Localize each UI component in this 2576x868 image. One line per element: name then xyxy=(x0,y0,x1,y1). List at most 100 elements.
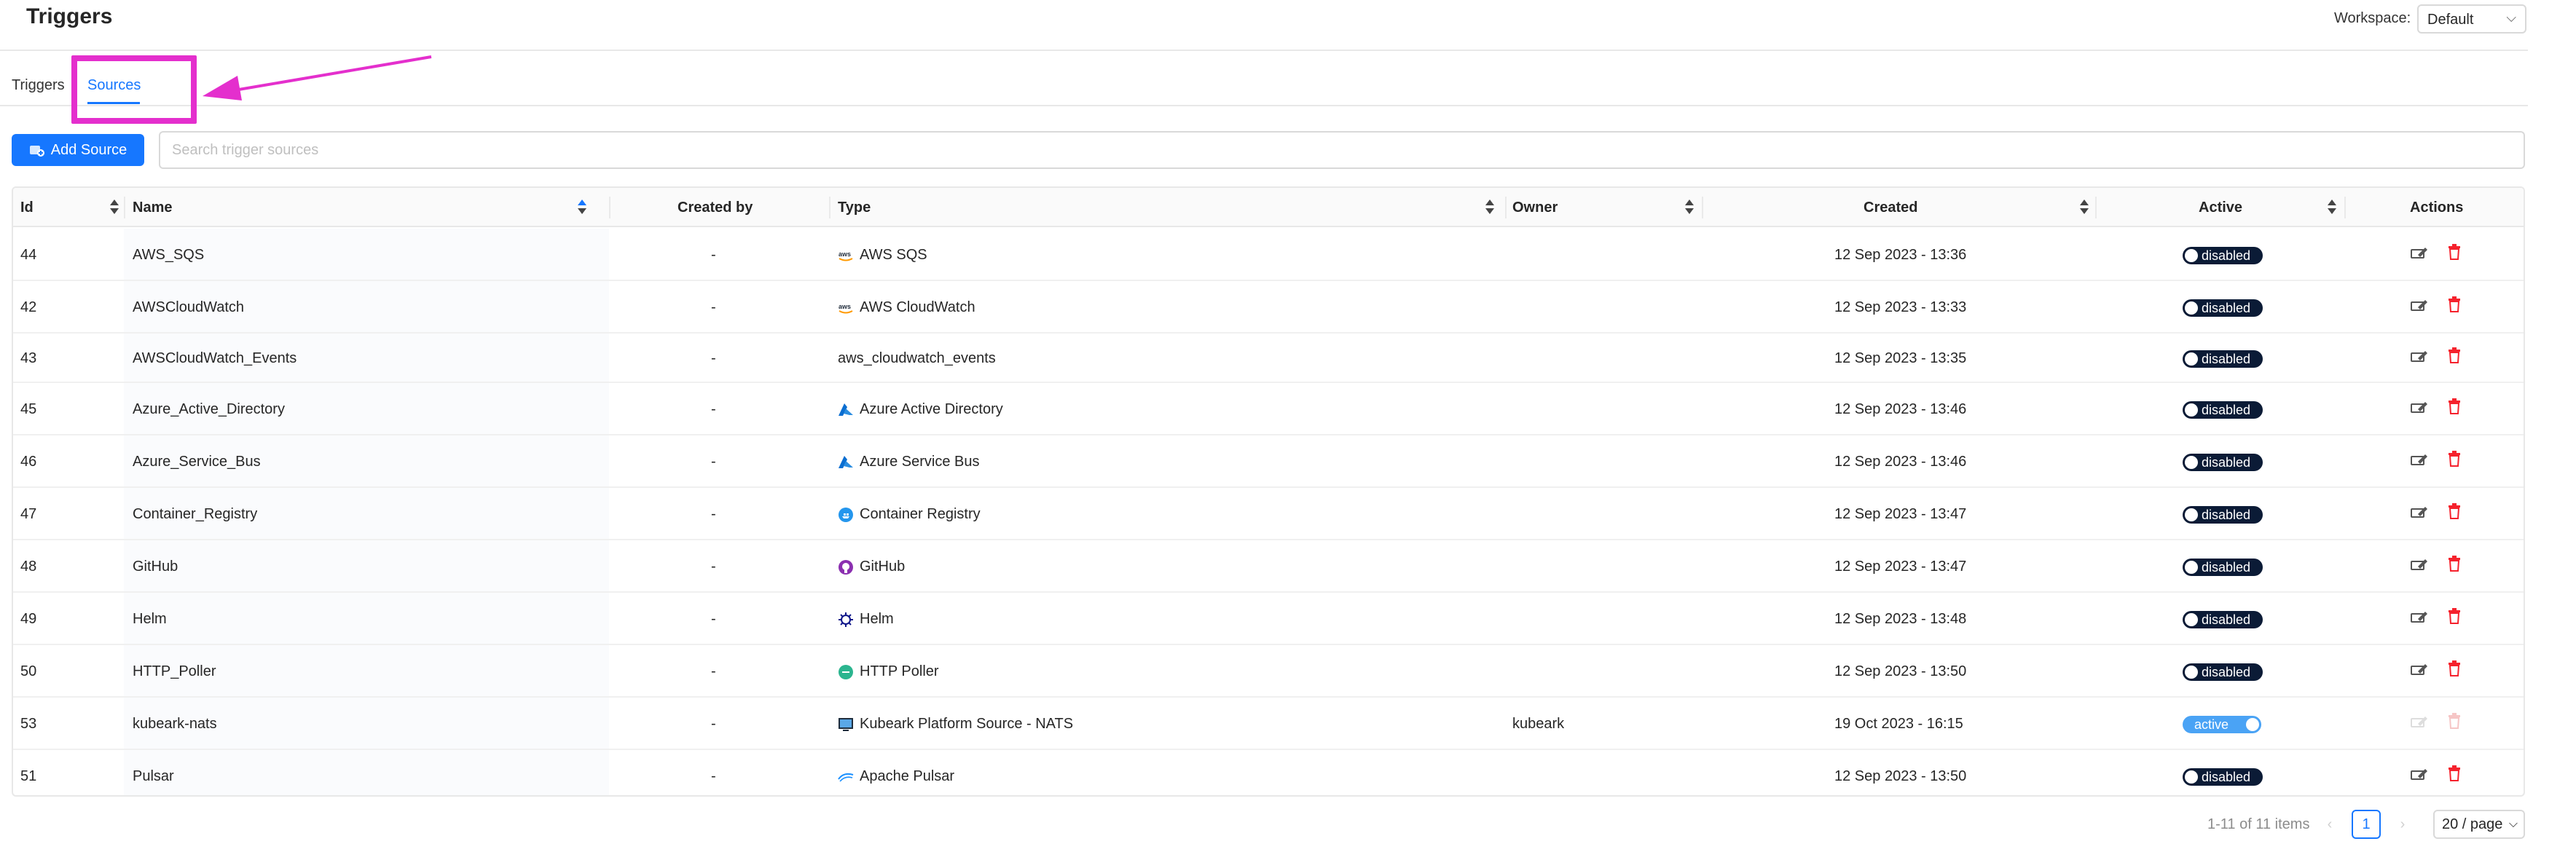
active-toggle[interactable]: disabled xyxy=(2183,401,2263,419)
cell-id: 51 xyxy=(20,768,37,784)
cell-type: Container Registry xyxy=(838,506,981,523)
active-toggle[interactable]: disabled xyxy=(2183,663,2263,681)
aws-icon: aws xyxy=(838,248,854,264)
svg-text:aws: aws xyxy=(839,303,851,310)
cell-created: 12 Sep 2023 - 13:46 xyxy=(1834,454,1967,470)
cell-name: GitHub xyxy=(133,559,178,575)
delete-icon[interactable] xyxy=(2445,764,2464,783)
http-poller-icon xyxy=(838,664,854,680)
sort-created-icon[interactable] xyxy=(2079,200,2089,216)
delete-icon[interactable] xyxy=(2445,397,2464,416)
column-header-owner[interactable]: Owner xyxy=(1512,188,1558,227)
active-toggle[interactable]: disabled xyxy=(2183,611,2263,628)
edit-icon[interactable] xyxy=(2410,347,2429,366)
sort-id-icon[interactable] xyxy=(109,200,119,216)
delete-icon[interactable] xyxy=(2445,346,2464,365)
page-size-value: 20 / page xyxy=(2442,816,2503,832)
active-toggle-label: disabled xyxy=(2202,248,2251,263)
cell-name: Azure_Service_Bus xyxy=(133,454,261,470)
annotation-highlight-box xyxy=(71,55,197,124)
pagination-next-button[interactable]: › xyxy=(2388,810,2417,839)
delete-icon[interactable] xyxy=(2445,659,2464,678)
column-header-created[interactable]: Created xyxy=(1864,188,1917,227)
active-toggle[interactable]: disabled xyxy=(2183,299,2263,317)
delete-icon[interactable] xyxy=(2445,554,2464,573)
workspace-label: Workspace: xyxy=(2334,10,2411,26)
page: Triggers Workspace: Default ⌵ Triggers S… xyxy=(0,0,2576,868)
delete-icon[interactable] xyxy=(2445,607,2464,626)
cell-created-by: - xyxy=(711,454,716,470)
edit-icon[interactable] xyxy=(2410,608,2429,627)
cell-type-label: aws_cloudwatch_events xyxy=(838,350,996,366)
sort-name-icon[interactable] xyxy=(577,200,587,216)
active-toggle[interactable]: disabled xyxy=(2183,454,2263,471)
delete-icon[interactable] xyxy=(2445,711,2464,730)
cell-id: 43 xyxy=(20,350,37,366)
cell-name: AWSCloudWatch xyxy=(133,299,245,315)
column-header-id[interactable]: Id xyxy=(20,188,34,227)
container-registry-icon xyxy=(838,507,854,523)
edit-icon[interactable] xyxy=(2410,556,2429,575)
pagination-prev-button[interactable]: ‹ xyxy=(2315,810,2344,839)
azure-icon xyxy=(838,454,854,470)
edit-icon[interactable] xyxy=(2410,660,2429,679)
cell-type-label: GitHub xyxy=(860,559,906,575)
add-source-label: Add Source xyxy=(50,141,127,158)
sort-type-icon[interactable] xyxy=(1485,200,1495,216)
sort-owner-icon[interactable] xyxy=(1684,200,1695,216)
table-row: 46 Azure_Service_Bus - Azure Service Bus… xyxy=(13,435,2524,488)
column-separator xyxy=(829,197,830,218)
edit-icon[interactable] xyxy=(2410,451,2429,470)
cell-type: aws_cloudwatch_events xyxy=(838,350,996,367)
edit-icon[interactable] xyxy=(2410,244,2429,263)
active-toggle[interactable]: active xyxy=(2183,716,2261,733)
add-source-button[interactable]: Add Source xyxy=(12,134,144,166)
table-row: 48 GitHub - GitHub 12 Sep 2023 - 13:47 d… xyxy=(13,540,2524,593)
kubeark-icon xyxy=(838,717,854,733)
column-separator xyxy=(1702,197,1703,218)
edit-icon[interactable] xyxy=(2410,503,2429,522)
aws-icon: aws xyxy=(838,300,854,316)
page-size-select[interactable]: 20 / page ⌵ xyxy=(2433,810,2525,839)
cell-name: Azure_Active_Directory xyxy=(133,401,285,417)
edit-icon[interactable] xyxy=(2410,296,2429,315)
edit-icon[interactable] xyxy=(2410,713,2429,732)
cell-type-label: Apache Pulsar xyxy=(860,768,955,784)
active-toggle[interactable]: disabled xyxy=(2183,559,2263,576)
sort-active-icon[interactable] xyxy=(2327,200,2337,216)
active-toggle[interactable]: disabled xyxy=(2183,506,2263,524)
active-toggle-label: disabled xyxy=(2202,770,2251,784)
cell-created-by: - xyxy=(711,401,716,417)
cell-created: 19 Oct 2023 - 16:15 xyxy=(1834,716,1963,732)
page-header: Triggers Workspace: Default ⌵ xyxy=(0,0,2528,51)
pagination-page-button[interactable]: 1 xyxy=(2352,810,2381,839)
column-separator xyxy=(2095,197,2097,218)
delete-icon[interactable] xyxy=(2445,502,2464,521)
edit-icon[interactable] xyxy=(2410,765,2429,784)
active-toggle[interactable]: disabled xyxy=(2183,350,2263,368)
active-toggle-label: active xyxy=(2194,717,2229,732)
delete-icon[interactable] xyxy=(2445,449,2464,468)
column-header-name[interactable]: Name xyxy=(133,188,172,227)
delete-icon[interactable] xyxy=(2445,295,2464,314)
cell-name: AWS_SQS xyxy=(133,247,205,263)
search-input[interactable]: Search trigger sources xyxy=(159,131,2525,169)
active-toggle-label: disabled xyxy=(2202,665,2251,679)
cell-type-label: Kubeark Platform Source - NATS xyxy=(860,716,1074,732)
active-toggle-label: disabled xyxy=(2202,560,2251,575)
column-header-actions: Actions xyxy=(2410,200,2464,216)
cell-id: 49 xyxy=(20,611,37,627)
table-row: 47 Container_Registry - Container Regist… xyxy=(13,488,2524,540)
delete-icon[interactable] xyxy=(2445,242,2464,261)
active-toggle[interactable]: disabled xyxy=(2183,768,2263,786)
cell-created: 12 Sep 2023 - 13:47 xyxy=(1834,506,1967,522)
column-header-active[interactable]: Active xyxy=(2199,188,2242,227)
edit-icon[interactable] xyxy=(2410,398,2429,417)
column-header-type[interactable]: Type xyxy=(838,188,871,227)
active-toggle-label: disabled xyxy=(2202,352,2251,366)
active-toggle[interactable]: disabled xyxy=(2183,247,2263,264)
cell-id: 53 xyxy=(20,716,37,732)
workspace-select[interactable]: Default ⌵ xyxy=(2417,4,2526,33)
cell-type: HTTP Poller xyxy=(838,663,939,680)
tab-triggers[interactable]: Triggers xyxy=(12,77,65,94)
